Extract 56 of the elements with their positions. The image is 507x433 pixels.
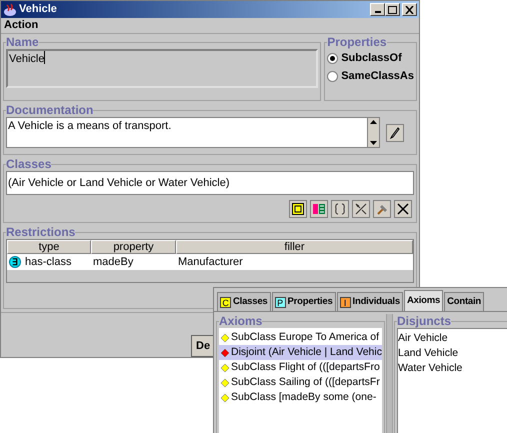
dialog-button[interactable]: De [191,335,214,357]
app-icon [3,2,17,16]
column-header[interactable]: filler [176,240,413,254]
radio-option[interactable]: SameClassAs [327,67,414,85]
documentation-field[interactable]: A Vehicle is a means of transport. [6,117,380,148]
list-item[interactable]: Land Vehicle [398,346,507,361]
group-title: Axioms [219,314,262,328]
window-title: Vehicle [19,2,57,18]
crossed-arrows-icon [355,203,367,215]
close-button[interactable] [402,3,417,16]
group-title: Properties [327,35,387,49]
tab-badge: I [340,296,351,308]
tab[interactable]: P Properties [272,292,336,311]
table-cell-text: has-class [25,255,72,270]
tab[interactable]: I Individuals [336,292,403,311]
list-item[interactable]: Water Vehicle [398,361,507,376]
group-title: Name [6,35,39,49]
square-icon [292,203,304,215]
table-cell-text: Manufacturer [177,255,244,270]
up-arrow-icon[interactable] [368,118,379,126]
list-icon [313,203,325,215]
pencil-icon [390,126,400,138]
scrollbar[interactable] [367,118,379,147]
tab[interactable]: C Classes [217,292,271,311]
minimize-icon [374,11,380,13]
tab[interactable]: Contain [444,292,484,311]
group-title: Restrictions [6,225,76,239]
class-expression-field[interactable]: (Air Vehicle or Land Vehicle or Water Vehicle) [6,171,414,195]
delete-button[interactable] [394,200,412,218]
class-tool-button[interactable] [289,200,307,218]
hammer-icon [376,203,388,215]
radio-option[interactable]: SubclassOf [327,49,414,67]
close-icon [405,6,414,14]
close-icon [397,203,409,215]
edit-button[interactable] [386,124,404,142]
down-arrow-icon[interactable] [368,139,379,147]
cross-arrows-button[interactable] [352,200,370,218]
group-title: Classes [6,157,52,171]
menu-item[interactable]: Action [4,17,38,34]
tab-badge: C [220,296,231,308]
list-tool-button[interactable] [310,200,328,218]
tab[interactable]: Axioms [404,290,444,311]
group-title: Disjuncts [396,314,451,328]
list-item[interactable]: Air Vehicle [398,331,507,346]
column-header[interactable]: property [91,240,176,254]
quantifier-badge: ∃ [9,256,21,268]
tab-badge: P [274,296,286,308]
maximize-icon [388,6,397,14]
column-header[interactable]: type [7,240,91,254]
braces-button[interactable] [331,200,349,218]
group-title: Documentation [6,103,94,117]
name-field[interactable]: Vehicle [6,49,318,88]
maximize-button[interactable] [385,3,400,16]
table-cell-text: madeBy [92,255,134,270]
braces-icon [334,203,346,215]
minimize-button[interactable] [370,3,385,16]
